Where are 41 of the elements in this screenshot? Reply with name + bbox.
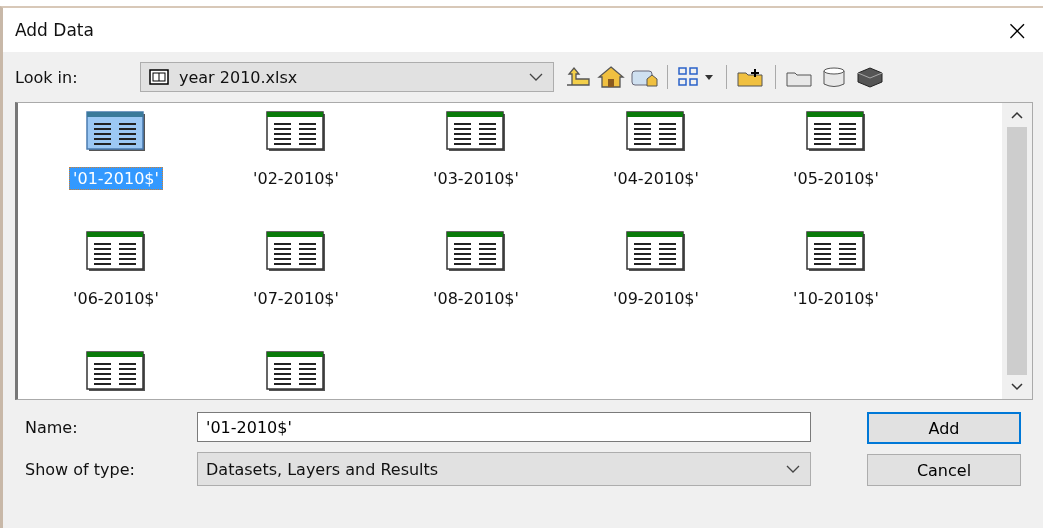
selected-table-icon[interactable] bbox=[86, 111, 146, 151]
scrollbar[interactable] bbox=[1002, 103, 1032, 399]
table-icon[interactable] bbox=[266, 111, 326, 151]
scroll-down-icon[interactable] bbox=[1011, 383, 1023, 391]
table-name[interactable]: '08-2010$' bbox=[429, 287, 523, 310]
add-button[interactable]: Add bbox=[867, 412, 1021, 444]
table-icon[interactable] bbox=[86, 351, 146, 391]
table-icon[interactable] bbox=[266, 351, 326, 391]
scroll-up-icon[interactable] bbox=[1011, 111, 1023, 119]
chevron-icon bbox=[529, 73, 543, 81]
name-label: Name: bbox=[25, 417, 79, 437]
look-in-label: Look in: bbox=[15, 67, 79, 87]
table-name[interactable]: '10-2010$' bbox=[789, 287, 883, 310]
table-name[interactable]: '05-2010$' bbox=[789, 167, 883, 190]
table-name[interactable]: '04-2010$' bbox=[609, 167, 703, 190]
table-icon[interactable] bbox=[446, 111, 506, 151]
table-name[interactable]: '06-2010$' bbox=[69, 287, 163, 310]
table-icon[interactable] bbox=[806, 111, 866, 151]
type-label: Show of type: bbox=[25, 459, 136, 479]
name-field[interactable]: '01-2010$' bbox=[197, 412, 811, 442]
table-name[interactable]: '03-2010$' bbox=[429, 167, 523, 190]
cancel-button[interactable]: Cancel bbox=[867, 454, 1021, 486]
home-icon[interactable] bbox=[597, 65, 625, 89]
workbook-icon bbox=[149, 69, 169, 85]
table-icon[interactable] bbox=[446, 231, 506, 271]
scroll-thumb[interactable] bbox=[1007, 127, 1027, 375]
table-name[interactable]: '09-2010$' bbox=[609, 287, 703, 310]
table-icon[interactable] bbox=[806, 231, 866, 271]
table-name[interactable]: '02-2010$' bbox=[249, 167, 343, 190]
table-icon[interactable] bbox=[626, 231, 686, 271]
table-icon[interactable] bbox=[266, 231, 326, 271]
chevron-icon bbox=[786, 465, 800, 473]
table-icon[interactable] bbox=[626, 111, 686, 151]
type-dropdown[interactable]: Datasets, Layers and Results bbox=[197, 452, 811, 486]
window-title: Add Data bbox=[15, 20, 94, 40]
close-button[interactable]: × bbox=[991, 13, 1043, 47]
look-in-dropdown[interactable]: year 2010.xlsx bbox=[140, 62, 554, 92]
table-name[interactable]: '07-2010$' bbox=[249, 287, 343, 310]
up-folder-icon[interactable] bbox=[564, 65, 592, 89]
toolbox-icon[interactable] bbox=[855, 65, 885, 89]
table-icon[interactable] bbox=[86, 231, 146, 271]
